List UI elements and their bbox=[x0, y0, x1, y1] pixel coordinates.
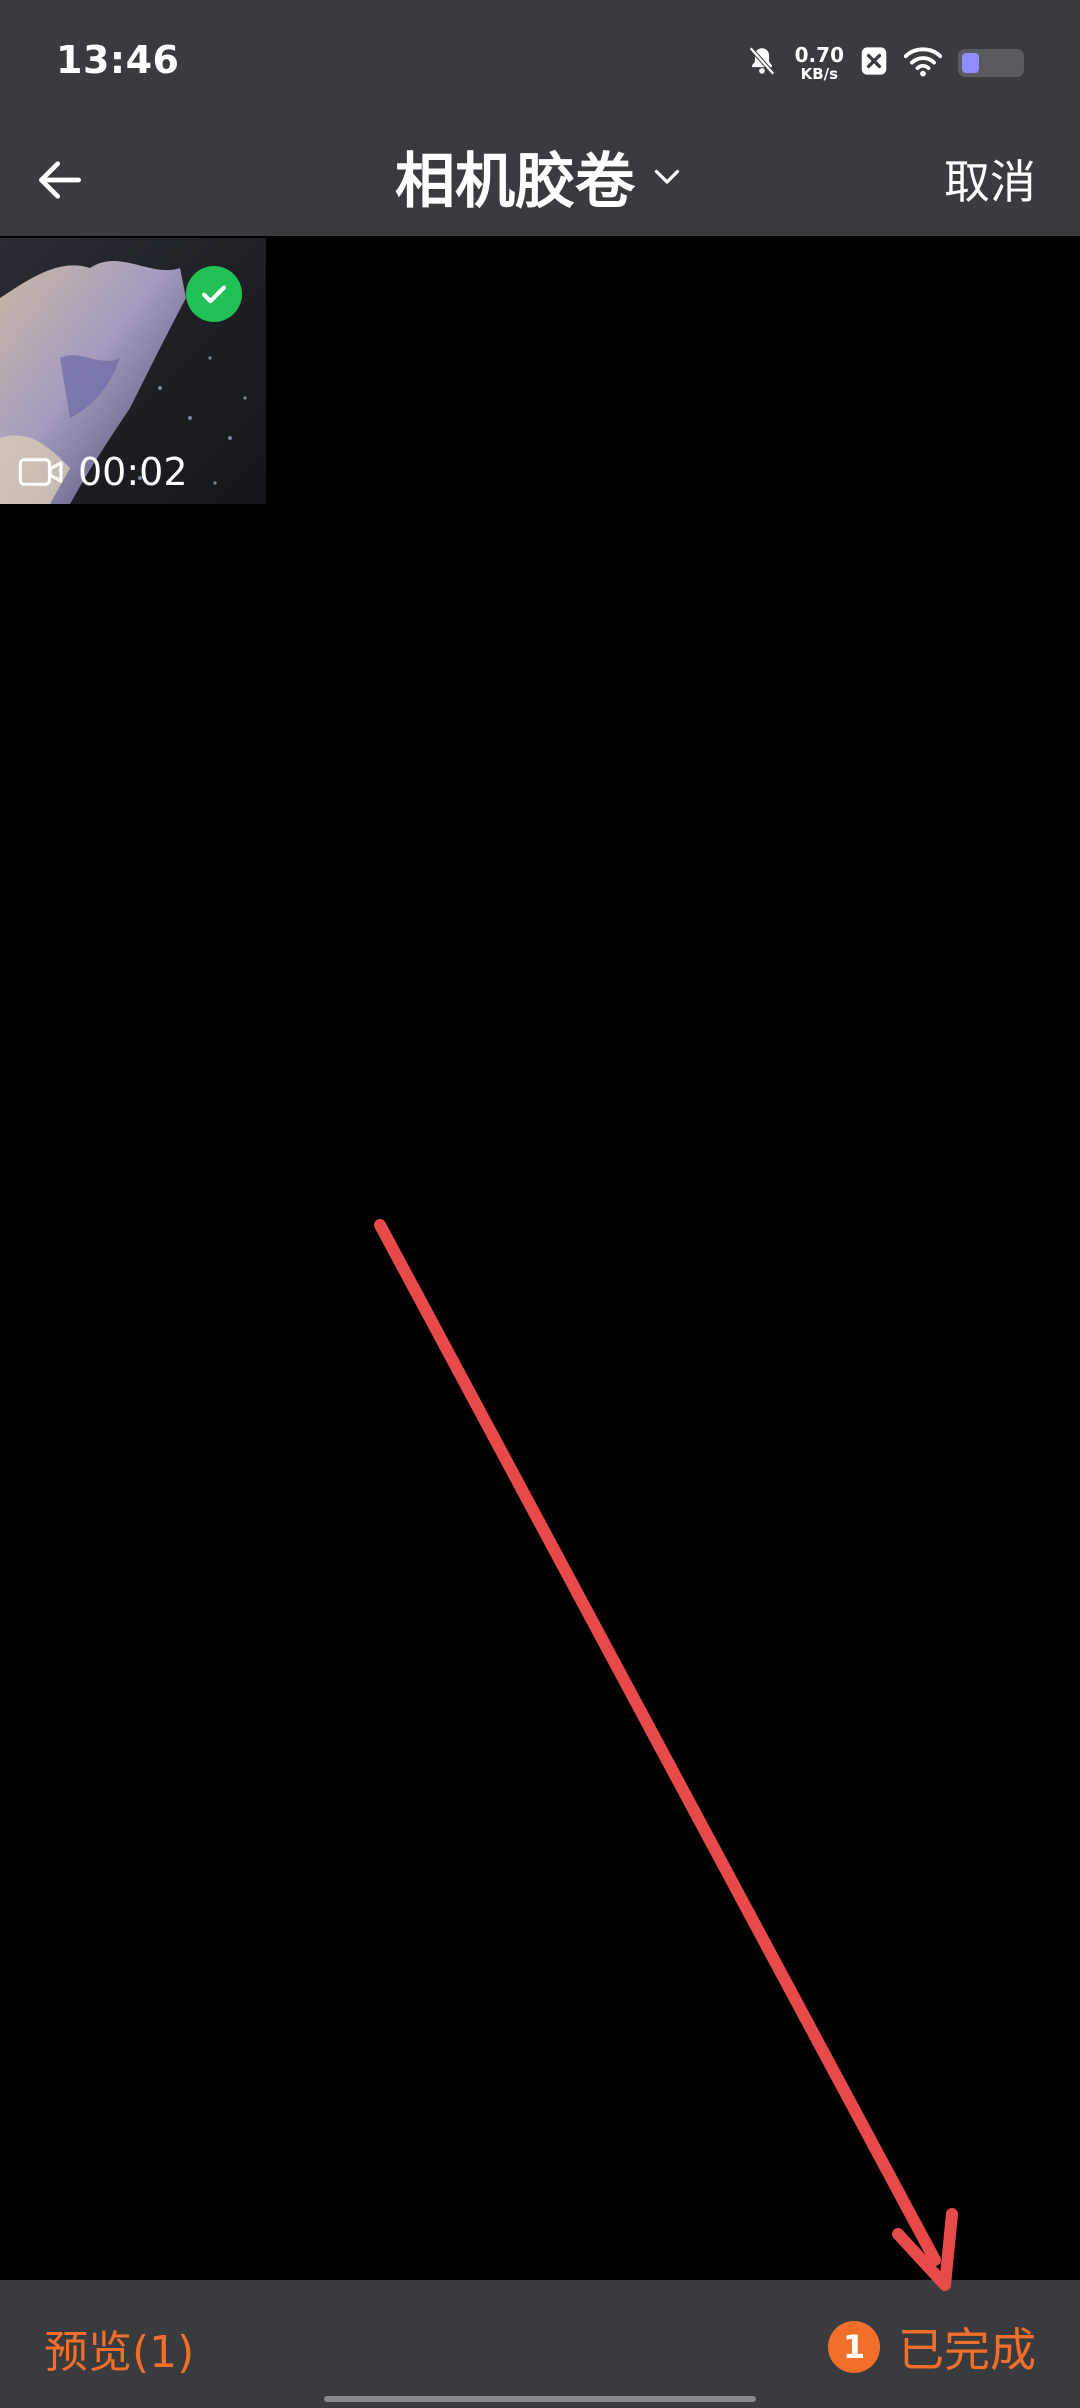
status-time: 13:46 bbox=[56, 38, 180, 82]
status-bar: 13:46 0.70 KB/s bbox=[0, 0, 1080, 118]
done-label: 已完成 bbox=[898, 2323, 1036, 2377]
cancel-button[interactable]: 取消 bbox=[944, 146, 1036, 212]
bell-muted-icon bbox=[745, 44, 779, 82]
video-meta: 00:02 bbox=[18, 450, 188, 494]
netspeed-unit: KB/s bbox=[800, 64, 839, 83]
media-grid: 00:02 bbox=[0, 236, 1080, 2280]
selected-count-badge: 1 bbox=[828, 2321, 880, 2373]
close-box-icon bbox=[860, 46, 888, 80]
network-speed: 0.70 KB/s bbox=[795, 45, 844, 82]
battery-fill bbox=[962, 53, 979, 73]
status-icons: 0.70 KB/s bbox=[745, 38, 1024, 88]
page-title: 相机胶卷 bbox=[395, 146, 635, 217]
selected-check-badge[interactable] bbox=[186, 266, 242, 322]
media-thumbnail[interactable]: 00:02 bbox=[0, 238, 266, 504]
battery-icon bbox=[958, 49, 1024, 77]
bottom-bar: 预览(1) 1 已完成 bbox=[0, 2280, 1080, 2408]
chevron-down-icon bbox=[654, 169, 680, 184]
home-indicator[interactable] bbox=[324, 2396, 756, 2402]
netspeed-value: 0.70 bbox=[794, 42, 844, 67]
done-button[interactable]: 1 已完成 bbox=[828, 2314, 1036, 2380]
check-icon bbox=[201, 285, 227, 304]
video-duration: 00:02 bbox=[78, 450, 188, 494]
album-selector[interactable]: 相机胶卷 bbox=[0, 136, 1080, 217]
preview-button[interactable]: 预览(1) bbox=[44, 2316, 194, 2380]
top-nav: 相机胶卷 取消 bbox=[0, 118, 1080, 236]
video-camera-icon bbox=[18, 458, 63, 486]
wifi-icon bbox=[903, 45, 943, 81]
